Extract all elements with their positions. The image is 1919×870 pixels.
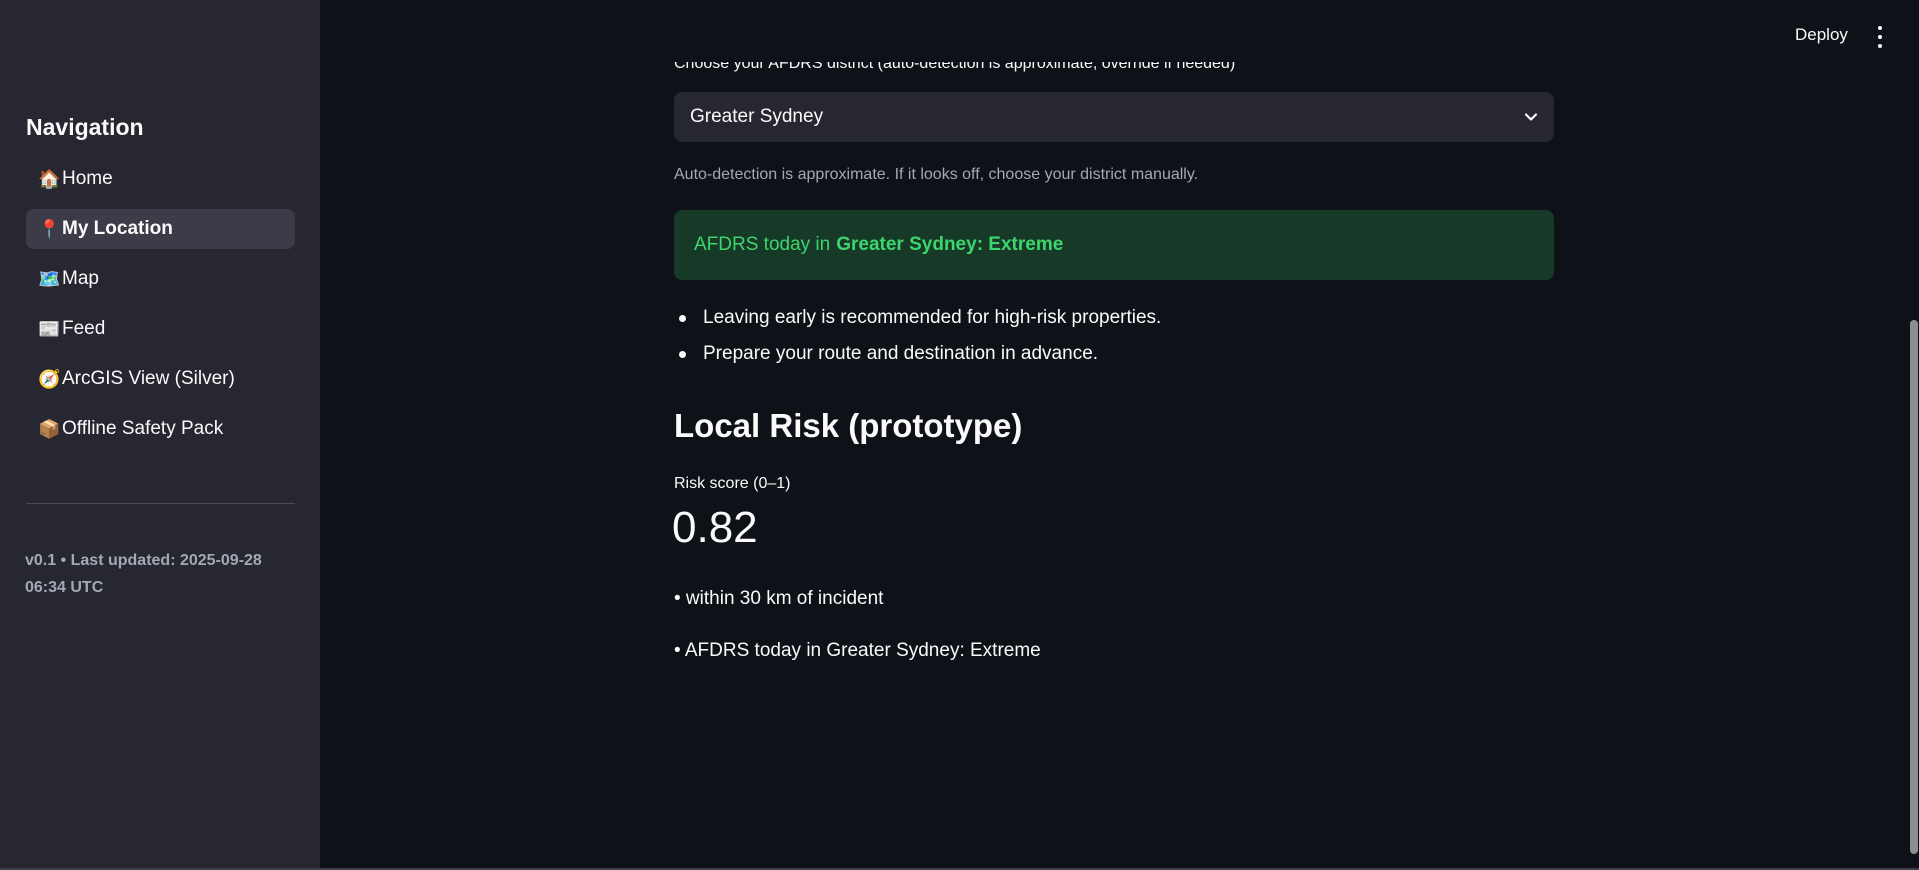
sidebar-item-label: ArcGIS View (Silver) — [62, 368, 235, 389]
risk-reason-line: • within 30 km of incident — [674, 588, 884, 609]
sidebar-item-offline-safety-pack[interactable]: 📦 Offline Safety Pack — [26, 409, 295, 449]
sidebar: Navigation 🏠 Home 📍 My Location 🗺️ Map 📰… — [0, 0, 320, 870]
afdrs-alert: AFDRS today in Greater Sydney: Extreme — [674, 210, 1554, 280]
sidebar-item-label: Map — [62, 268, 99, 289]
package-icon: 📦 — [38, 418, 61, 439]
sidebar-item-map[interactable]: 🗺️ Map — [26, 259, 295, 299]
list-item: Leaving early is recommended for high-ri… — [674, 306, 1161, 342]
newspaper-icon: 📰 — [38, 318, 61, 339]
district-select-label-text: Choose your AFDRS district (auto-detecti… — [674, 62, 1236, 72]
deploy-button[interactable]: Deploy — [1795, 25, 1848, 45]
sidebar-item-label: Feed — [62, 318, 106, 339]
sidebar-item-feed[interactable]: 📰 Feed — [26, 309, 295, 349]
risk-score-value: 0.82 — [672, 503, 758, 552]
alert-prefix: AFDRS today in — [694, 234, 831, 255]
scrollbar-thumb[interactable] — [1910, 320, 1918, 854]
house-icon: 🏠 — [38, 168, 61, 189]
alert-rating: Greater Sydney: Extreme — [836, 234, 1064, 255]
risk-reason-line: • AFDRS today in Greater Sydney: Extreme — [674, 640, 1041, 661]
district-select-value: Greater Sydney — [690, 106, 824, 127]
sidebar-nav: 🏠 Home 📍 My Location 🗺️ Map 📰 Feed 🧭 Arc… — [26, 159, 295, 459]
sidebar-item-label: Offline Safety Pack — [62, 418, 224, 439]
list-item: Prepare your route and destination in ad… — [674, 342, 1161, 378]
sidebar-item-label: Home — [62, 168, 113, 189]
chevron-down-icon — [1524, 113, 1538, 121]
sidebar-divider — [26, 503, 295, 504]
version-text: v0.1 • Last updated: 2025-09-28 06:34 UT… — [25, 552, 262, 596]
more-menu-icon[interactable] — [1872, 26, 1888, 48]
sidebar-title: Navigation — [26, 114, 144, 140]
risk-score-label: Risk score (0–1) — [674, 475, 791, 492]
map-icon: 🗺️ — [38, 268, 61, 289]
sidebar-item-home[interactable]: 🏠 Home — [26, 159, 295, 199]
app-window: Navigation 🏠 Home 📍 My Location 🗺️ Map 📰… — [0, 0, 1919, 870]
pin-icon: 📍 — [38, 218, 61, 239]
section-title: Local Risk (prototype) — [674, 407, 1023, 444]
district-select[interactable]: Greater Sydney — [674, 92, 1554, 142]
sidebar-item-my-location[interactable]: 📍 My Location — [26, 209, 295, 249]
sidebar-item-label: My Location — [62, 218, 173, 239]
compass-icon: 🧭 — [38, 368, 61, 389]
advice-list: Leaving early is recommended for high-ri… — [674, 306, 1161, 378]
sidebar-item-arcgis-view[interactable]: 🧭 ArcGIS View (Silver) — [26, 359, 295, 399]
district-help-text: Auto-detection is approximate. If it loo… — [674, 166, 1199, 183]
district-select-label: Choose your AFDRS district (auto-detecti… — [674, 62, 1554, 80]
